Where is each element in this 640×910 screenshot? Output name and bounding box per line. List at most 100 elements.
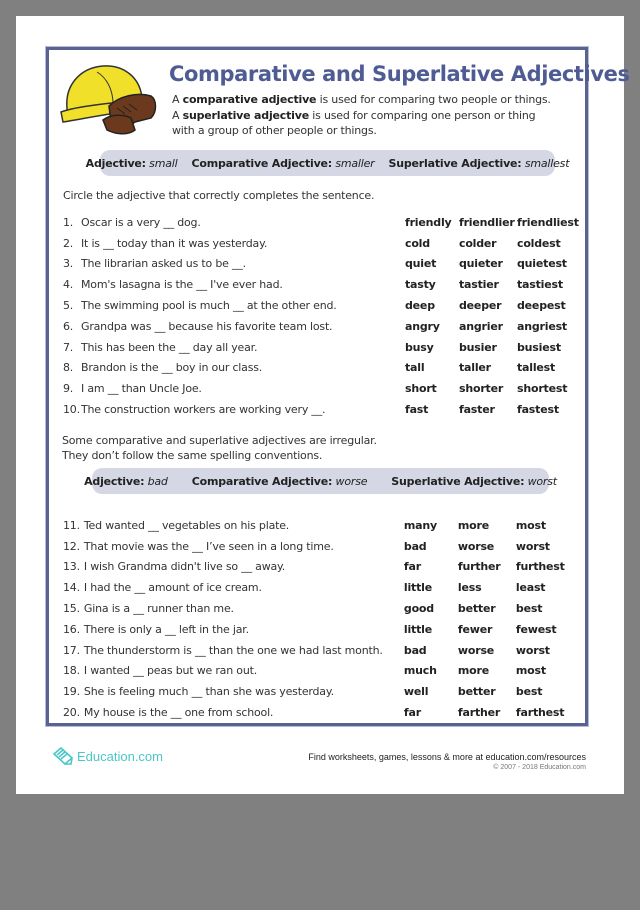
answer-choice[interactable]: many (404, 519, 458, 532)
question-text: I had the __ amount of ice cream. (83, 581, 262, 595)
answer-choice[interactable]: less (458, 581, 516, 594)
intro-line1-pre: A (172, 93, 183, 106)
education-logo[interactable]: Education.com (52, 746, 163, 766)
answer-choice[interactable]: friendlier (459, 216, 517, 229)
question-row: 9. I am __ than Uncle Joe. short shorter sho… (63, 378, 583, 399)
answer-choice[interactable]: friendly (405, 216, 459, 229)
answer-choice[interactable]: tastiest (517, 278, 563, 291)
answer-choices: well better best (404, 685, 543, 698)
answer-choice[interactable]: fewest (516, 623, 557, 636)
answer-choice[interactable]: tastier (459, 278, 517, 291)
question-row: 4. Mom's lasagna is the __ I've ever had.… (63, 274, 583, 295)
answer-choice[interactable]: bad (404, 644, 458, 657)
answer-choice[interactable]: little (404, 623, 458, 636)
hardhat-handshake-icon (60, 65, 157, 135)
answer-choice[interactable]: far (404, 706, 458, 719)
intro-line2-post: is used for comparing one person or thin… (308, 108, 536, 122)
question-row: 5. The swimming pool is much __ at the ot… (63, 295, 583, 316)
answer-choice[interactable]: angriest (517, 320, 567, 333)
question-list-regular: 1. Oscar is a very __ dog. friendly friendl… (63, 212, 583, 420)
question-row: 7. This has been the __ day all year. busy… (63, 337, 583, 358)
page-title: Comparative and Superlative Adjectives (169, 62, 630, 86)
question-number: 4. (63, 278, 74, 292)
instruction-text: Circle the adjective that correctly comp… (63, 189, 375, 202)
example-superlative: Superlative Adjective: smallest (389, 157, 570, 170)
answer-choice[interactable]: friendliest (517, 216, 579, 229)
example-comparative: Comparative Adjective: smaller (191, 157, 374, 170)
question-number: 1. (63, 215, 74, 229)
question-number: 10. (63, 403, 80, 417)
question-number: 8. (63, 361, 74, 375)
footer-copyright: © 2007 - 2018 Education.com (493, 764, 586, 771)
answer-choices: little fewer fewest (404, 623, 557, 636)
answer-choice[interactable]: quiet (405, 257, 459, 270)
answer-choice[interactable]: best (516, 602, 543, 615)
question-text: Brandon is the __ boy in our class. (81, 361, 263, 375)
answer-choice[interactable]: worst (516, 644, 550, 657)
answer-choice[interactable]: quietest (517, 257, 567, 270)
answer-choice[interactable]: more (458, 519, 516, 532)
answer-choice[interactable]: short (405, 382, 459, 395)
question-text: That movie was the __ I’ve seen in a lon… (83, 539, 334, 553)
example-comparative: Comparative Adjective: worse (192, 475, 368, 488)
answer-choice[interactable]: better (458, 685, 516, 698)
answer-choice[interactable]: bad (404, 540, 458, 553)
answer-choice[interactable]: coldest (517, 237, 561, 250)
answer-choice[interactable]: most (516, 519, 546, 532)
answer-choices: cold colder coldest (405, 237, 561, 250)
answer-choice[interactable]: colder (459, 237, 517, 250)
question-row: 14. I had the __ amount of ice cream. litt… (63, 577, 583, 598)
answer-choice[interactable]: faster (459, 403, 517, 416)
answer-choice[interactable]: deepest (517, 299, 566, 312)
answer-choice[interactable]: far (404, 560, 458, 573)
answer-choice[interactable]: much (404, 664, 458, 677)
label: Adjective: (84, 474, 145, 488)
label: Superlative Adjective: (388, 156, 522, 170)
question-text: My house is the __ one from school. (83, 706, 274, 720)
answer-choice[interactable]: worse (458, 644, 516, 657)
answer-choice[interactable]: furthest (516, 560, 565, 573)
answer-choice[interactable]: more (458, 664, 516, 677)
question-list-irregular: 11. Ted wanted __ vegetables on his plate… (63, 515, 583, 723)
answer-choice[interactable]: busiest (517, 341, 561, 354)
answer-choice[interactable]: farthest (516, 706, 565, 719)
question-text: I wanted __ peas but we ran out. (83, 664, 257, 678)
irregular-note-line2: They don’t follow the same spelling conv… (62, 449, 323, 462)
answer-choice[interactable]: angry (405, 320, 459, 333)
answer-choice[interactable]: worse (458, 540, 516, 553)
answer-choice[interactable]: deeper (459, 299, 517, 312)
answer-choice[interactable]: little (404, 581, 458, 594)
answer-choice[interactable]: farther (458, 706, 516, 719)
answer-choice[interactable]: worst (516, 540, 550, 553)
answer-choice[interactable]: busy (405, 341, 459, 354)
answer-choice[interactable]: shorter (459, 382, 517, 395)
answer-choice[interactable]: well (404, 685, 458, 698)
answer-choice[interactable]: busier (459, 341, 517, 354)
answer-choices: bad worse worst (404, 540, 550, 553)
answer-choice[interactable]: deep (405, 299, 459, 312)
answer-choice[interactable]: tasty (405, 278, 459, 291)
answer-choice[interactable]: tallest (517, 361, 555, 374)
question-row: 12. That movie was the __ I’ve seen in a … (63, 536, 583, 557)
answer-choice[interactable]: better (458, 602, 516, 615)
answer-choice[interactable]: further (458, 560, 516, 573)
answer-choice[interactable]: taller (459, 361, 517, 374)
question-row: 20. My house is the __ one from school. fa… (63, 702, 583, 723)
answer-choice[interactable]: quieter (459, 257, 517, 270)
answer-choice[interactable]: good (404, 602, 458, 615)
value: smallest (524, 156, 570, 170)
answer-choice[interactable]: angrier (459, 320, 517, 333)
question-row: 10. The construction workers are working … (63, 399, 583, 420)
irregular-note: Some comparative and superlative adjecti… (62, 433, 377, 463)
answer-choice[interactable]: tall (405, 361, 459, 374)
answer-choice[interactable]: cold (405, 237, 459, 250)
answer-choice[interactable]: least (516, 581, 546, 594)
label: Comparative Adjective: (191, 156, 333, 170)
answer-choice[interactable]: best (516, 685, 543, 698)
answer-choice[interactable]: shortest (517, 382, 567, 395)
answer-choice[interactable]: fast (405, 403, 459, 416)
answer-choice[interactable]: fastest (517, 403, 559, 416)
answer-choice[interactable]: most (516, 664, 546, 677)
footer-find-link[interactable]: Find worksheets, games, lessons & more a… (308, 752, 586, 762)
answer-choice[interactable]: fewer (458, 623, 516, 636)
